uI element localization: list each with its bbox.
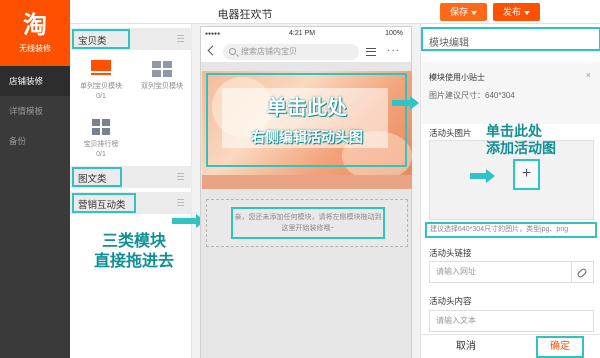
category-image-text-label: 图文类 <box>78 174 107 185</box>
banner-highlight <box>206 73 407 167</box>
single-column-icon <box>90 60 112 78</box>
annotation-drag-modules: 三类模块 直接拖进去 <box>76 232 192 272</box>
close-icon[interactable]: × <box>586 70 591 80</box>
app-sidebar: 淘 无线装修 店铺装修 详情模板 备份 <box>0 0 70 358</box>
image-field-label: 活动头图片 <box>429 128 472 138</box>
link-field-label: 活动头链接 <box>429 248 472 258</box>
page-title: 电器狂欢节 <box>217 9 273 21</box>
annotation-line: 直接拖进去 <box>93 253 174 270</box>
signal-icon: ●●●●● <box>205 31 221 37</box>
annotation-line: 添加活动图 <box>486 140 556 156</box>
link-input[interactable]: 请输入网址 <box>429 261 594 283</box>
taobao-logo-icon: 淘 <box>23 11 47 39</box>
ranking-grid-icon <box>90 118 112 136</box>
tile-label: 双列宝贝模块 <box>141 83 183 90</box>
chevron-down-icon <box>471 10 477 15</box>
chevron-down-icon <box>524 10 530 15</box>
category-marketing-label: 营销互动类 <box>78 200 126 211</box>
phone-time: 4:21 PM <box>289 30 316 37</box>
app-name: 无线装修 <box>19 43 51 53</box>
phone-search-bar: 搜索店铺内宝贝 ··· <box>201 41 411 63</box>
double-column-icon <box>151 60 173 78</box>
content-input[interactable]: 请输入文本 <box>429 310 594 332</box>
nav-item-store-decoration[interactable]: 店铺装修 <box>0 66 70 96</box>
module-palette: 宝贝类 单列宝贝模块 0/1 双列宝贝模块 宝贝排行榜 0/1 图文类 营销互动… <box>70 24 192 358</box>
content-field-label: 活动头内容 <box>429 296 472 306</box>
battery-level: 100% <box>385 30 403 37</box>
dropzone-hint: 亲，您还未添加任何模块，请将左侧模块拖动到这里开始装修哦~ <box>231 207 385 239</box>
save-button-label: 保存 <box>449 7 468 17</box>
module-dropzone[interactable]: 亲，您还未添加任何模块，请将左侧模块拖动到这里开始装修哦~ <box>206 199 408 247</box>
tip-size: 图片建议尺寸：640*304 <box>429 91 515 100</box>
tile-count: 0/1 <box>96 93 106 100</box>
app-logo[interactable]: 淘 无线装修 <box>0 0 70 66</box>
phone-preview: ●●●●● 4:21 PM 100% 搜索店铺内宝贝 ··· 单击此处 右侧编辑… <box>200 26 412 358</box>
list-menu-icon[interactable] <box>366 48 376 56</box>
tip-title: 模块使用小贴士 <box>429 73 485 82</box>
category-goods-label: 宝贝类 <box>78 36 107 47</box>
banner-title: 单击此处 <box>267 97 347 119</box>
annotation-add-image: 单击此处 添加活动图 <box>486 123 556 157</box>
nav-item-backup[interactable]: 备份 <box>0 126 70 156</box>
banner-subtitle: 右侧编辑活动头图 <box>251 129 363 145</box>
annotation-line: 单击此处 <box>486 123 542 139</box>
content-placeholder: 请输入文本 <box>436 316 476 325</box>
confirm-button[interactable]: 确定 <box>536 336 584 358</box>
tile-count: 0/1 <box>96 151 106 158</box>
search-placeholder: 搜索店铺内宝贝 <box>241 47 297 56</box>
category-image-text[interactable]: 图文类 <box>70 166 192 188</box>
upload-hint: 建议选择640*304尺寸的图片，类型jpg、png <box>425 222 597 238</box>
phone-status-bar: ●●●●● 4:21 PM 100% <box>201 27 411 41</box>
publish-button[interactable]: 发布 <box>493 3 540 21</box>
drag-handle-icon[interactable] <box>177 35 184 42</box>
cancel-button[interactable]: 取消 <box>421 335 511 358</box>
back-chevron-icon[interactable] <box>207 45 218 56</box>
module-tile-single-column[interactable]: 单列宝贝模块 0/1 <box>71 60 131 102</box>
publish-button-label: 发布 <box>502 7 521 17</box>
editor-title: 模块编辑 <box>429 38 469 49</box>
category-goods[interactable]: 宝贝类 <box>70 28 192 50</box>
banner-module[interactable]: 单击此处 右侧编辑活动头图 <box>202 71 412 189</box>
annotation-line: 三类模块 <box>101 233 166 250</box>
nav-item-detail-template[interactable]: 详情模板 <box>0 96 70 126</box>
drag-handle-icon[interactable] <box>177 199 184 206</box>
module-tile-ranking[interactable]: 宝贝排行榜 0/1 <box>71 118 131 160</box>
module-tile-double-column[interactable]: 双列宝贝模块 <box>132 60 192 92</box>
category-marketing[interactable]: 营销互动类 <box>70 192 192 214</box>
search-icon <box>229 48 236 55</box>
link-placeholder: 请输入网址 <box>436 267 476 276</box>
tile-label: 宝贝排行榜 <box>83 141 119 148</box>
phone-search-input[interactable]: 搜索店铺内宝贝 <box>223 44 359 60</box>
drag-handle-icon[interactable] <box>177 173 184 180</box>
top-header: 电器狂欢节 保存 发布 <box>70 0 600 24</box>
link-icon[interactable] <box>571 262 593 282</box>
save-button[interactable]: 保存 <box>440 3 487 21</box>
tile-label: 单列宝贝模块 <box>80 83 122 90</box>
module-editor-panel: 模块编辑 模块使用小贴士 图片建议尺寸：640*304 × 活动头图片 + 建议… <box>420 24 600 358</box>
tips-box: 模块使用小贴士 图片建议尺寸：640*304 × <box>421 62 600 124</box>
add-image-button[interactable]: + <box>513 159 540 190</box>
editor-footer: 取消 确定 <box>421 334 600 358</box>
